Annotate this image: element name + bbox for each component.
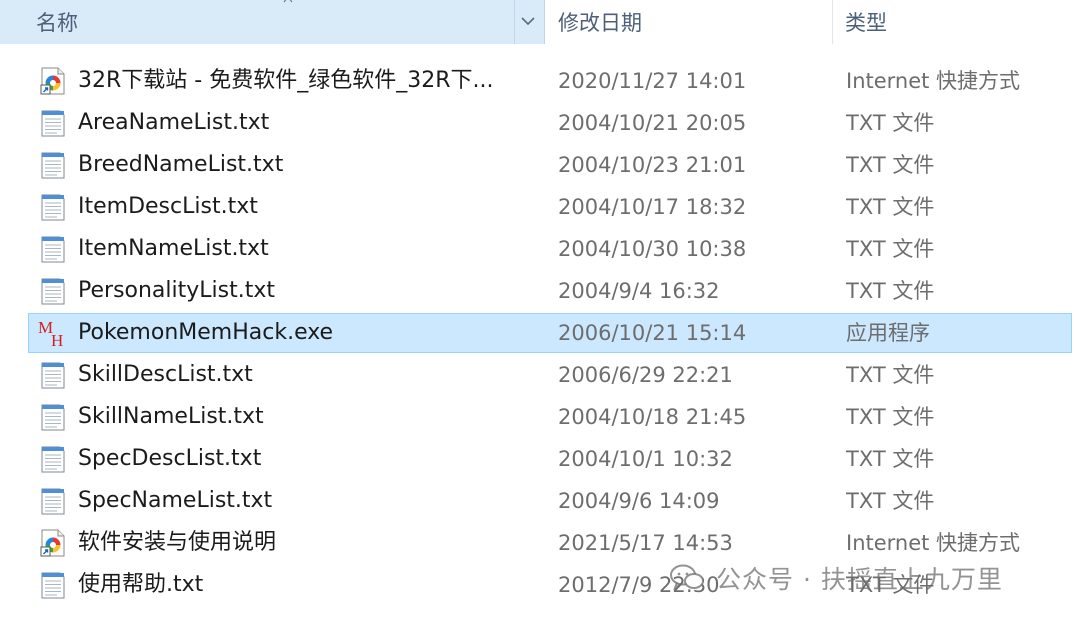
column-header-date-label: 修改日期 [558,11,642,35]
file-name: PokemonMemHack.exe [78,320,334,345]
column-header: 名称 修改日期 类型 [0,0,1088,44]
mh-app-icon: M H [38,318,68,350]
column-header-name[interactable]: 名称 [0,0,545,44]
column-header-type-label: 类型 [845,11,887,35]
file-date: 2004/10/21 20:05 [558,111,747,135]
file-type: TXT 文件 [846,363,935,387]
file-type: TXT 文件 [846,153,935,177]
column-header-name-label: 名称 [36,11,78,35]
file-row[interactable]: SkillDescList.txt 2006/6/29 22:21 TXT 文件 [0,354,1088,396]
txt-file-icon [38,276,68,306]
txt-file-icon [38,570,68,600]
file-date: 2004/10/30 10:38 [558,237,747,261]
file-date: 2006/6/29 22:21 [558,363,733,387]
file-name: PersonalityList.txt [78,278,276,303]
file-row[interactable]: PersonalityList.txt 2004/9/4 16:32 TXT 文… [0,270,1088,312]
file-name: SkillDescList.txt [78,362,253,387]
file-name: 32R下载站 - 免费软件_绿色软件_32R下... [78,68,494,93]
txt-file-icon [38,192,68,222]
file-date: 2004/10/18 21:45 [558,405,747,429]
file-date: 2006/10/21 15:14 [558,321,747,345]
file-row[interactable]: SpecDescList.txt 2004/10/1 10:32 TXT 文件 [0,438,1088,480]
file-row[interactable]: SpecNameList.txt 2004/9/6 14:09 TXT 文件 [0,480,1088,522]
file-date: 2020/11/27 14:01 [558,69,747,93]
file-type: TXT 文件 [846,237,935,261]
sort-ascending-icon [283,0,293,3]
file-type: Internet 快捷方式 [846,69,1021,93]
txt-file-icon [38,402,68,432]
file-name: SpecDescList.txt [78,446,262,471]
file-type: TXT 文件 [846,279,935,303]
file-type: 应用程序 [846,321,930,345]
file-name: SpecNameList.txt [78,488,273,513]
watermark: 公众号 · 扶摇直上九万里 [668,556,1003,600]
txt-file-icon [38,150,68,180]
file-row[interactable]: AreaNameList.txt 2004/10/21 20:05 TXT 文件 [0,102,1088,144]
file-name: ItemDescList.txt [78,194,258,219]
file-row[interactable]: ItemDescList.txt 2004/10/17 18:32 TXT 文件 [0,186,1088,228]
file-name: SkillNameList.txt [78,404,264,429]
file-row[interactable]: ItemNameList.txt 2004/10/30 10:38 TXT 文件 [0,228,1088,270]
mh-app-icon-letter-h: H [51,331,63,348]
file-type: TXT 文件 [846,195,935,219]
file-type: TXT 文件 [846,447,935,471]
file-date: 2004/10/17 18:32 [558,195,747,219]
file-list: 32R下载站 - 免费软件_绿色软件_32R下... 2020/11/27 14… [0,60,1088,606]
column-header-type[interactable]: 类型 [833,0,1088,44]
file-type: TXT 文件 [846,489,935,513]
txt-file-icon [38,444,68,474]
file-type: TXT 文件 [846,405,935,429]
wechat-icon [670,564,704,591]
internet-shortcut-icon [38,528,68,558]
file-row-selected[interactable]: M H PokemonMemHack.exe 2006/10/21 15:14 … [0,312,1088,354]
file-date: 2004/10/1 10:32 [558,447,733,471]
chevron-down-icon[interactable] [516,8,540,34]
file-date: 2004/9/6 14:09 [558,489,720,513]
file-date: 2004/10/23 21:01 [558,153,747,177]
file-name: 使用帮助.txt [78,572,204,597]
watermark-text: 公众号 · 扶摇直上九万里 [716,565,1003,594]
file-name: AreaNameList.txt [78,110,270,135]
file-name: 软件安装与使用说明 [78,530,277,555]
file-row[interactable]: BreedNameList.txt 2004/10/23 21:01 TXT 文… [0,144,1088,186]
txt-file-icon [38,234,68,264]
internet-shortcut-icon [38,66,68,96]
txt-file-icon [38,108,68,138]
txt-file-icon [38,486,68,516]
file-row[interactable]: 32R下载站 - 免费软件_绿色软件_32R下... 2020/11/27 14… [0,60,1088,102]
file-name: BreedNameList.txt [78,152,284,177]
file-row[interactable]: SkillNameList.txt 2004/10/18 21:45 TXT 文… [0,396,1088,438]
file-name: ItemNameList.txt [78,236,269,261]
column-header-date[interactable]: 修改日期 [545,0,833,44]
txt-file-icon [38,360,68,390]
file-type: TXT 文件 [846,111,935,135]
file-date: 2004/9/4 16:32 [558,279,720,303]
column-dropdown-divider [514,0,515,44]
